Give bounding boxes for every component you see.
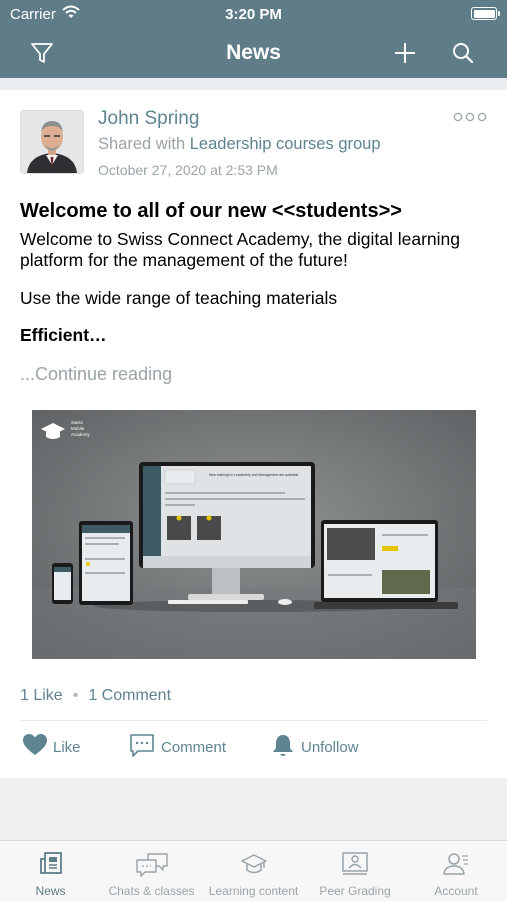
divider <box>20 720 487 721</box>
tab-label: Account <box>434 884 478 898</box>
tab-label: Learning content <box>208 884 299 898</box>
post-paragraph: Use the wide range of teaching materials <box>20 288 338 308</box>
like-button[interactable]: Like <box>22 733 92 761</box>
shared-with-label: Shared with <box>98 135 186 153</box>
news-icon <box>39 852 62 874</box>
battery-icon <box>471 7 500 20</box>
post-paragraph-bold: Efficient… <box>20 325 107 345</box>
post-date: October 27, 2020 at 2:53 PM <box>98 162 278 178</box>
author-avatar[interactable] <box>20 110 84 174</box>
heart-icon <box>23 734 47 755</box>
add-post-button[interactable] <box>390 38 420 68</box>
bell-icon <box>273 735 293 756</box>
tab-label: Chats & classes <box>108 884 195 898</box>
plus-icon <box>395 43 415 63</box>
chat-icon <box>135 853 168 877</box>
more-icon <box>453 112 487 122</box>
tab-learning-content[interactable]: Learning content <box>202 841 305 901</box>
tab-label: Peer Grading <box>319 884 391 898</box>
post-image[interactable]: Swiss Mobile Academy New trainings in Le… <box>32 410 476 659</box>
shared-group-link[interactable]: Leadership courses group <box>190 135 381 153</box>
post-author[interactable]: John Spring <box>98 108 199 130</box>
page-title: News <box>226 41 281 64</box>
comment-button[interactable]: Comment <box>129 733 239 761</box>
bottom-tab-bar: News Chats & classes Learning content Pe… <box>0 840 507 901</box>
separator-dot: • <box>72 687 79 704</box>
feed-top-spacer <box>0 78 507 90</box>
unfollow-label: Unfollow <box>301 739 359 756</box>
comments-count[interactable]: 1 Comment <box>88 687 171 704</box>
continue-reading-link[interactable]: ...Continue reading <box>20 364 172 385</box>
status-bar: Carrier 3:20 PM <box>0 0 507 28</box>
search-button[interactable] <box>448 38 478 68</box>
top-bar: Carrier 3:20 PM News <box>0 0 507 78</box>
navigation-bar: News <box>0 28 507 78</box>
image-brand-line: Swiss <box>71 420 84 425</box>
post-stats: 1 Like • 1 Comment <box>20 687 171 705</box>
image-brand-line: Academy <box>71 432 91 437</box>
comment-label: Comment <box>161 739 227 756</box>
status-time: 3:20 PM <box>225 6 282 23</box>
tab-news[interactable]: News <box>0 841 101 901</box>
tab-account[interactable]: Account <box>405 841 507 901</box>
tab-label: News <box>35 884 66 898</box>
post-audience: Shared with Leadership courses group <box>98 135 381 154</box>
image-brand-line: Mobile <box>71 426 85 431</box>
post-title: Welcome to all of our new <<students>> <box>20 200 402 222</box>
comment-icon <box>130 734 154 757</box>
more-options-button[interactable] <box>452 108 488 128</box>
presentation-icon <box>342 852 368 875</box>
unfollow-button[interactable]: Unfollow <box>271 733 371 761</box>
tab-peer-grading[interactable]: Peer Grading <box>305 841 405 901</box>
likes-count[interactable]: 1 Like <box>20 687 63 704</box>
post-paragraph: Welcome to Swiss Connect Academy, the di… <box>20 229 460 270</box>
search-icon <box>453 43 474 64</box>
screen-heading: New trainings in Leadership and Manageme… <box>209 473 298 477</box>
tab-chats-classes[interactable]: Chats & classes <box>101 841 202 901</box>
account-icon <box>443 853 468 875</box>
graduation-cap-icon <box>240 854 267 874</box>
like-label: Like <box>53 739 81 756</box>
news-post-card: John Spring Shared with Leadership cours… <box>0 90 507 778</box>
